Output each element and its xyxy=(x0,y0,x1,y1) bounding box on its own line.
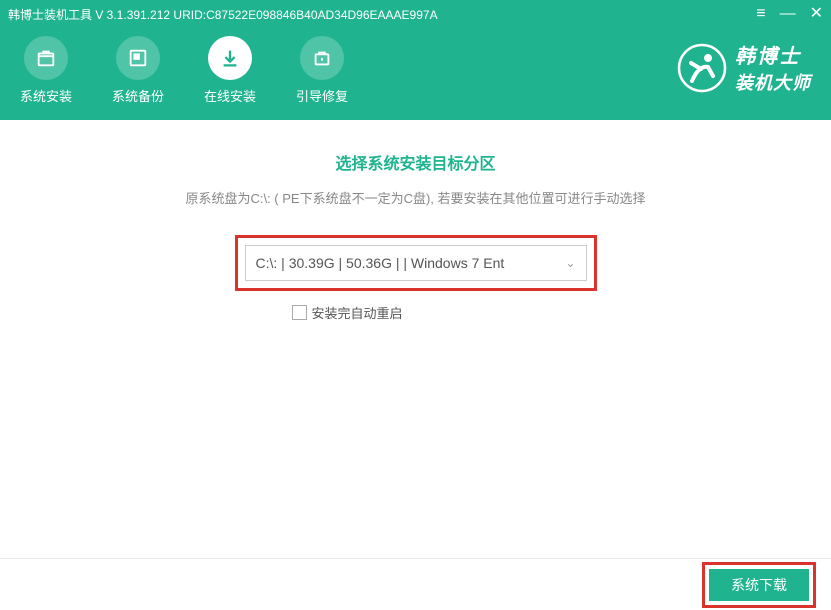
menu-icon[interactable]: ≡ xyxy=(756,6,765,22)
minimize-icon[interactable]: — xyxy=(780,6,796,22)
brand-line2: 装机大师 xyxy=(735,69,811,95)
backup-icon xyxy=(116,36,160,80)
partition-select[interactable]: C:\: | 30.39G | 50.36G | | Windows 7 Ent… xyxy=(245,245,587,281)
nav-system-install[interactable]: 系统安装 xyxy=(20,36,72,105)
chevron-down-icon: ⌄ xyxy=(565,256,575,270)
box-icon xyxy=(24,36,68,80)
section-title: 选择系统安装目标分区 xyxy=(0,150,831,174)
nav-label: 在线安装 xyxy=(204,86,256,105)
partition-value: C:\: | 30.39G | 50.36G | | Windows 7 Ent xyxy=(256,255,505,271)
section-subtitle: 原系统盘为C:\: ( PE下系统盘不一定为C盘), 若要安装在其他位置可进行手… xyxy=(0,188,831,207)
download-button-highlight: 系统下载 xyxy=(702,562,816,608)
download-button[interactable]: 系统下载 xyxy=(709,569,809,601)
app-title: 韩博士装机工具 V 3.1.391.212 URID:C87522E098846… xyxy=(8,6,756,23)
download-icon xyxy=(208,36,252,80)
checkbox-label: 安装完自动重启 xyxy=(311,303,402,322)
checkbox-box xyxy=(292,305,307,320)
repair-icon xyxy=(300,36,344,80)
nav-online-install[interactable]: 在线安装 xyxy=(204,36,256,105)
auto-reboot-checkbox[interactable]: 安装完自动重启 xyxy=(292,303,402,322)
brand-logo-area: 韩博士 装机大师 xyxy=(677,40,811,95)
nav-label: 系统安装 xyxy=(20,86,72,105)
nav-label: 系统备份 xyxy=(112,86,164,105)
nav-label: 引导修复 xyxy=(296,86,348,105)
close-icon[interactable]: ✕ xyxy=(810,6,823,22)
nav-boot-repair[interactable]: 引导修复 xyxy=(296,36,348,105)
nav-system-backup[interactable]: 系统备份 xyxy=(112,36,164,105)
brand-logo-icon xyxy=(677,43,727,93)
partition-select-highlight: C:\: | 30.39G | 50.36G | | Windows 7 Ent… xyxy=(235,235,597,291)
brand-line1: 韩博士 xyxy=(735,40,811,69)
